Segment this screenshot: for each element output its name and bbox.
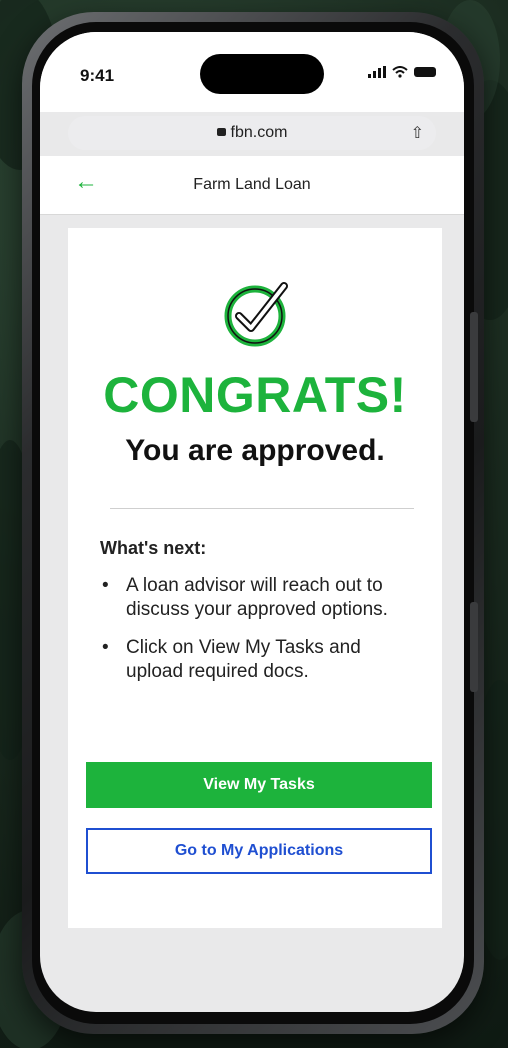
- app-header: ← Farm Land Loan: [40, 156, 464, 215]
- next-steps-list: A loan advisor will reach out to discuss…: [100, 574, 420, 698]
- approved-subheading: You are approved.: [125, 434, 385, 467]
- next-step-item: A loan advisor will reach out to discuss…: [100, 574, 420, 622]
- phone-screen: 9:41 fbn.com ⇧ ← Farm Land Loan CONGRATS…: [40, 32, 464, 1012]
- volume-button: [470, 312, 478, 422]
- status-time: 9:41: [80, 66, 115, 85]
- view-my-tasks-button[interactable]: View My Tasks: [86, 762, 432, 808]
- approval-card: CONGRATS! You are approved. What's next:…: [68, 228, 442, 928]
- phone-frame: 9:41 fbn.com ⇧ ← Farm Land Loan CONGRATS…: [22, 12, 484, 1034]
- congrats-heading: CONGRATS!: [103, 367, 407, 423]
- whats-next-heading: What's next:: [100, 538, 207, 558]
- battery-icon: [414, 67, 436, 77]
- dynamic-island: [200, 54, 324, 94]
- address-bar[interactable]: fbn.com ⇧: [68, 116, 436, 150]
- power-button: [470, 602, 478, 692]
- share-icon[interactable]: ⇧: [411, 123, 424, 143]
- status-bar: 9:41: [40, 32, 464, 112]
- signal-icon: [368, 66, 386, 78]
- page-title: Farm Land Loan: [193, 176, 311, 193]
- go-to-my-applications-button[interactable]: Go to My Applications: [86, 828, 432, 874]
- lock-icon: [216, 128, 226, 136]
- wifi-icon: [392, 66, 408, 78]
- status-icons: [368, 66, 436, 78]
- next-step-item: Click on View My Tasks and upload requir…: [100, 636, 420, 684]
- divider: [110, 508, 414, 509]
- url-text: fbn.com: [230, 124, 288, 141]
- check-circle-icon: [224, 282, 288, 347]
